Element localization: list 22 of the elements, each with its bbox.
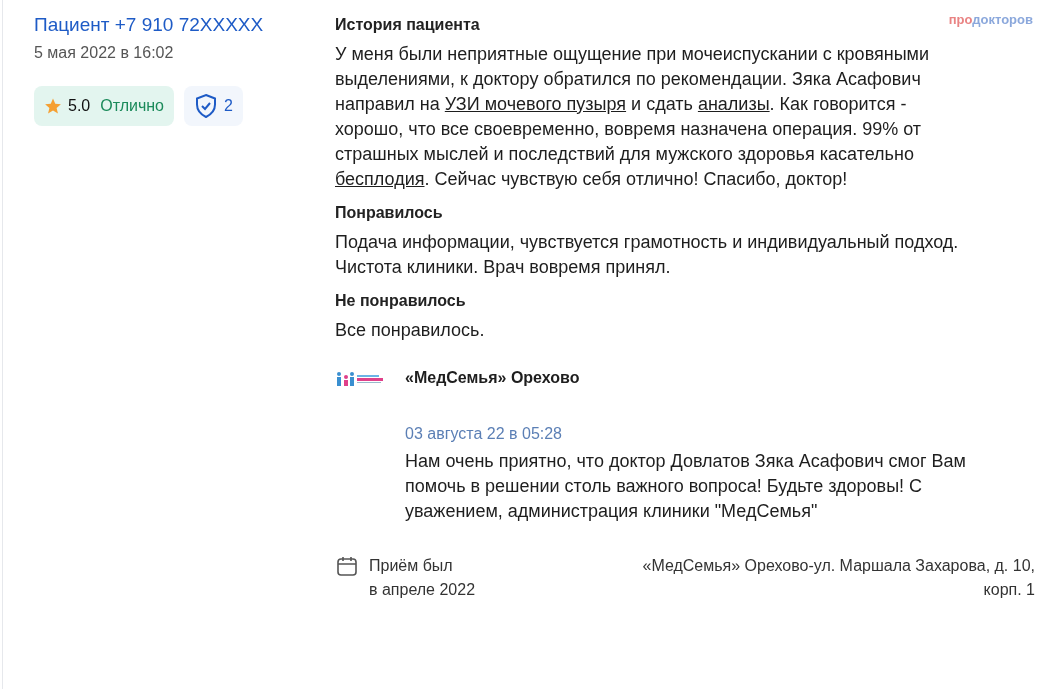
star-icon	[44, 97, 62, 115]
clinic-name: «МедСемья» Орехово	[405, 369, 581, 387]
text-link[interactable]: бесплодия	[335, 169, 425, 189]
section-title: Понравилось	[335, 204, 443, 222]
reply-date: 03 августа 22 в 05:28	[405, 425, 563, 443]
review-date: 5 мая 2022 в 16:02	[34, 44, 175, 62]
rating-badge: 5.0 Отлично	[34, 86, 174, 126]
calendar-icon	[335, 554, 359, 578]
review-text: Подача информации, чувствуется грамотность и индивидуальный подход. Чистота клиники. Врач вовремя принял.	[335, 231, 960, 279]
verified-badge: 2	[184, 86, 243, 126]
section-title: Не понравилось	[335, 292, 466, 310]
clinic-logo-icon	[335, 371, 385, 387]
review-text: Все понравилось.	[335, 319, 486, 342]
reply-text: Нам очень приятно, что доктор Довлатов Зяка Асафович смог Вам помочь в решении столь важного вопроса! Будьте здоровы! С уважением, администрация клиники "МедСемья"	[405, 450, 967, 523]
clinic-address: «МедСемья» Орехово-ул. Маршала Захарова, д. 10, корп. 1	[641, 556, 1035, 600]
shield-check-icon	[194, 93, 218, 119]
visit-date: Приём был в апреле 2022	[369, 556, 476, 600]
text-link[interactable]: анализы	[697, 94, 770, 114]
text-link[interactable]: УЗИ мочевого пузыря	[444, 94, 627, 114]
section-title: История пациента	[335, 16, 480, 34]
patient-name[interactable]: Пациент +7 910 72XXXXX	[34, 14, 264, 36]
review-text: У меня были неприятные ощущение при мочеиспускании с кровяными выделениями, к доктору обратился по рекомендации. Зяка Асафович направил на УЗИ мочевого пузыря и сдать анализы. Как говорится - хорошо, что все своевременно, вовремя назначена операция. 99% от страшных мыслей и последствий для мужского здоровья касательно бесплодия. Сейчас чувствую себя отлично! Спасибо, доктор!	[335, 43, 931, 191]
